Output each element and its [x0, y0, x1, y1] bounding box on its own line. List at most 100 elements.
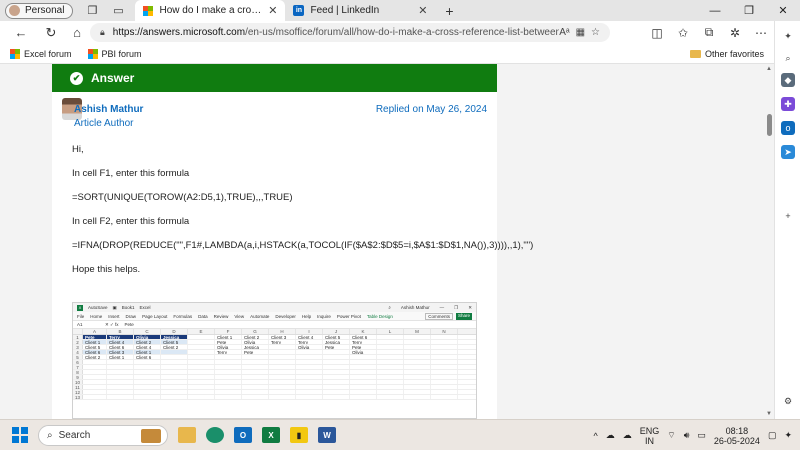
excel-cell: [377, 390, 404, 394]
collections-icon[interactable]: ⧉: [696, 22, 722, 44]
drop-icon[interactable]: ➤: [781, 145, 795, 159]
copilot-taskbar-icon[interactable]: ✦: [784, 430, 792, 441]
excel-ribbon-tab: Table Design: [366, 313, 393, 319]
more-icon[interactable]: ⋯: [748, 22, 774, 44]
excel-cell: [404, 375, 431, 379]
read-aloud-icon[interactable]: Aᵃ: [559, 27, 569, 38]
minimize-icon[interactable]: —: [698, 0, 732, 21]
excel-cell: [107, 380, 134, 384]
sidebar-settings-icon[interactable]: ⚙: [781, 394, 795, 408]
close-tab-icon[interactable]: ✕: [268, 4, 277, 17]
excel-column-header: L: [377, 329, 404, 334]
excel-screenshot[interactable]: X AutoSave ▣ Book1 Excel ⌕ Ashish Mathur…: [72, 302, 477, 419]
bookmark-label: Excel forum: [24, 48, 72, 59]
replied-date-link[interactable]: Replied on May 26, 2024: [376, 104, 487, 115]
close-tab-icon[interactable]: ✕: [418, 4, 427, 17]
battery-icon[interactable]: ▭: [697, 430, 706, 441]
profile-button[interactable]: Personal: [5, 2, 74, 19]
tab-linkedin[interactable]: in Feed | LinkedIn ✕: [285, 0, 435, 21]
scroll-up-icon[interactable]: ▲: [766, 66, 772, 72]
excel-ribbon-tab: Draw: [125, 313, 137, 319]
shopping-icon[interactable]: ◆: [781, 73, 795, 87]
show-hidden-icons-icon[interactable]: ^: [593, 431, 597, 441]
excel-row-header: 5: [73, 355, 83, 360]
other-favorites[interactable]: Other favorites: [689, 49, 764, 59]
favorite-star-icon[interactable]: ☆: [591, 27, 600, 38]
url-host: https://answers.microsoft.com: [112, 27, 246, 38]
answer-paragraph: In cell F1, enter this formula: [72, 168, 190, 179]
search-icon[interactable]: ⌕: [781, 51, 795, 65]
app-available-icon[interactable]: ▦: [576, 27, 585, 38]
power-bi-icon[interactable]: ▮: [290, 427, 308, 443]
close-window-icon[interactable]: ✕: [766, 0, 800, 21]
excel-cell: [377, 350, 404, 354]
language-indicator[interactable]: ENG IN: [640, 426, 660, 446]
excel-cell: [404, 385, 431, 389]
excel-cell: [377, 380, 404, 384]
workspaces-icon[interactable]: ❐: [85, 4, 99, 18]
system-tray: ^ ☁ ☁ ENG IN ⌔ 🔊︎ ▭ 08:18 26-05-2024 ▢ ✦: [593, 420, 800, 450]
tab-actions-icon[interactable]: ▭: [111, 4, 125, 18]
excel-cell: [431, 365, 458, 369]
excel-cell: [404, 380, 431, 384]
excel-cell: Olivia: [350, 350, 377, 354]
excel-cell: Pete: [83, 335, 107, 339]
excel-cell: [350, 390, 377, 394]
extension-icon[interactable]: ✲: [722, 22, 748, 44]
excel-name-box: A1: [77, 322, 83, 327]
weather-icon[interactable]: ☁: [606, 430, 615, 441]
excel-cell: Pete: [242, 350, 269, 354]
address-bar[interactable]: 🔒︎ https://answers.microsoft.com/en-us/m…: [90, 23, 610, 42]
home-icon[interactable]: ⌂: [66, 22, 88, 44]
split-screen-icon[interactable]: ◫: [644, 22, 670, 44]
excel-cell: Client 4: [296, 335, 323, 339]
file-explorer-icon[interactable]: [178, 427, 196, 443]
scroll-down-icon[interactable]: ▼: [766, 411, 772, 417]
author-name-link[interactable]: Ashish Mathur: [74, 104, 143, 115]
clock[interactable]: 08:18 26-05-2024: [714, 426, 760, 446]
excel-cell: Client 6: [83, 350, 107, 354]
excel-cell: [404, 365, 431, 369]
excel-cell: [242, 395, 269, 399]
copilot-sidebar-icon[interactable]: ✦: [781, 29, 795, 43]
excel-cell: Client 1: [83, 340, 107, 344]
excel-cell: [404, 355, 431, 359]
excel-taskbar-icon[interactable]: X: [262, 427, 280, 443]
volume-icon[interactable]: 🔊︎: [684, 430, 690, 441]
excel-cell: [377, 385, 404, 389]
scroll-thumb[interactable]: [767, 114, 772, 136]
notifications-icon[interactable]: ▢: [768, 430, 777, 441]
new-tab-icon[interactable]: +: [439, 3, 459, 19]
outlook-icon[interactable]: o: [781, 121, 795, 135]
edge-icon[interactable]: [206, 427, 224, 443]
excel-close-icon: ✕: [468, 304, 472, 310]
back-icon[interactable]: ←: [10, 22, 32, 44]
bookmark-excel-forum[interactable]: Excel forum: [10, 48, 72, 59]
bookmarks-bar: Excel forum PBI forum Other favorites: [0, 44, 800, 64]
excel-cell: [188, 360, 215, 364]
excel-cell: Terry: [296, 340, 323, 344]
page-scrollbar[interactable]: ▲ ▼: [765, 64, 774, 419]
bookmark-pbi-forum[interactable]: PBI forum: [87, 48, 142, 59]
word-icon[interactable]: W: [318, 427, 336, 443]
excel-restore-icon: ❐: [454, 304, 459, 310]
excel-cell: Terry: [215, 350, 242, 354]
favorites-icon[interactable]: ✩: [670, 22, 696, 44]
tab-answers[interactable]: How do I make a cross reference list bet…: [135, 0, 286, 21]
check-icon: ✔: [70, 71, 83, 85]
excel-cell: [377, 370, 404, 374]
tools-icon[interactable]: ✚: [781, 97, 795, 111]
answer-paragraph: Hope this helps.: [72, 264, 141, 275]
refresh-icon[interactable]: ↻: [40, 22, 62, 44]
lock-icon[interactable]: 🔒︎: [100, 27, 105, 38]
onedrive-icon[interactable]: ☁: [623, 430, 632, 441]
wifi-icon[interactable]: ⌔: [667, 430, 675, 441]
taskbar-search[interactable]: ⌕ Search: [38, 424, 168, 446]
start-button[interactable]: [12, 427, 28, 443]
outlook-taskbar-icon[interactable]: O: [234, 427, 252, 443]
excel-column-header: J: [323, 329, 350, 334]
restore-icon[interactable]: ❐: [732, 0, 766, 21]
add-sidebar-icon[interactable]: +: [781, 209, 795, 223]
excel-cell: [107, 360, 134, 364]
excel-cell: [242, 365, 269, 369]
